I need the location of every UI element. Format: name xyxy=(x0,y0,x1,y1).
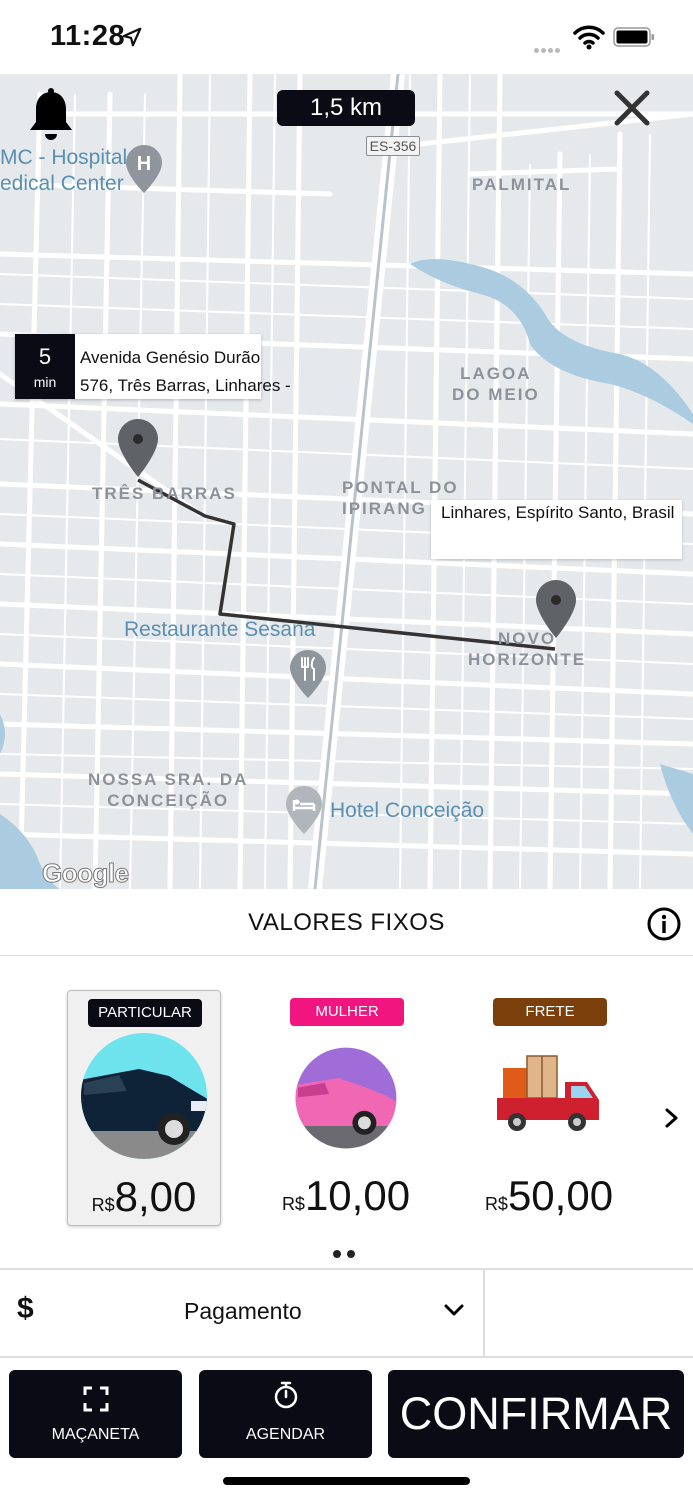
price-value: 10,00 xyxy=(304,1172,411,1219)
cellular-signal-icon xyxy=(534,40,562,58)
status-bar: 11:28 xyxy=(0,0,693,74)
map-label-palmital: PALMITAL xyxy=(472,175,572,194)
confirm-button[interactable]: CONFIRMAR xyxy=(388,1370,684,1458)
price-currency: R$ xyxy=(484,1194,508,1214)
price-currency: R$ xyxy=(91,1195,115,1215)
payment-row[interactable]: $ Pagamento xyxy=(0,1268,693,1358)
road-badge: ES-356 xyxy=(366,136,420,156)
origin-address-line2: 576, Três Barras, Linhares - xyxy=(80,376,291,395)
category-price: R$50,00 xyxy=(473,1172,625,1220)
map-label-hotel: Hotel Conceição xyxy=(330,799,485,822)
origin-eta-unit: min xyxy=(33,374,57,390)
close-icon[interactable] xyxy=(612,88,652,128)
category-tag: PARTICULAR xyxy=(88,999,202,1027)
map-label-tres-barras: TRÊS BARRAS xyxy=(92,484,237,503)
google-logo: Google xyxy=(42,858,130,889)
origin-eta-value: 5 xyxy=(38,344,52,369)
agendar-button[interactable]: AGENDAR xyxy=(199,1370,372,1458)
category-price: R$8,00 xyxy=(68,1173,220,1221)
hospital-pin-icon: H xyxy=(126,145,162,193)
truck-frete-icon xyxy=(497,1055,599,1131)
hotel-pin-icon xyxy=(286,786,322,834)
origin-address-line1: Avenida Genésio Durão xyxy=(80,348,261,367)
agendar-label: AGENDAR xyxy=(245,1426,326,1443)
origin-eta-box: 5 min xyxy=(15,334,75,399)
status-time: 11:28 xyxy=(50,20,126,52)
destination-pin-icon xyxy=(536,580,576,638)
payment-divider xyxy=(483,1270,485,1356)
pagination-dots xyxy=(333,1245,361,1263)
distance-badge: 1,5 km xyxy=(277,90,415,126)
dollar-icon: $ xyxy=(17,1292,34,1325)
confirm-label: CONFIRMAR xyxy=(399,1388,673,1439)
category-price: R$10,00 xyxy=(270,1172,422,1220)
battery-icon xyxy=(613,27,654,47)
svg-text:H: H xyxy=(137,153,151,175)
price-value: 50,00 xyxy=(507,1172,614,1219)
macaneta-label: MAÇANETA xyxy=(51,1426,140,1443)
destination-info-card[interactable]: Linhares, Espírito Santo, Brasil xyxy=(431,500,682,559)
map-label-restaurante: Restaurante Sesana xyxy=(124,618,316,641)
category-frete[interactable]: FRETE R$50,00 xyxy=(473,990,625,1224)
price-value: 8,00 xyxy=(114,1173,197,1220)
origin-pin-icon xyxy=(118,419,158,477)
category-tag: FRETE xyxy=(493,998,607,1026)
chevron-down-icon[interactable] xyxy=(443,1302,465,1318)
panel-header: VALORES FIXOS xyxy=(0,889,693,956)
macaneta-button[interactable]: MAÇANETA xyxy=(9,1370,182,1458)
home-indicator[interactable] xyxy=(223,1477,470,1485)
info-icon[interactable] xyxy=(647,907,681,941)
location-arrow-icon xyxy=(122,27,142,47)
chevron-right-icon[interactable] xyxy=(663,1108,681,1128)
restaurant-pin-icon xyxy=(290,650,326,698)
category-particular[interactable]: PARTICULAR R$8,00 xyxy=(67,990,221,1226)
map-label-hospital: MC - Hospital edical Center xyxy=(0,146,128,195)
car-particular-icon xyxy=(81,1033,207,1159)
origin-info-card[interactable]: 5 min Avenida Genésio Durão 576, Três Ba… xyxy=(15,334,291,399)
origin-address: Avenida Genésio Durão 576, Três Barras, … xyxy=(80,344,291,400)
scan-frame-icon xyxy=(83,1386,108,1412)
category-tag: MULHER xyxy=(290,998,404,1026)
bell-icon[interactable] xyxy=(26,88,76,144)
stopwatch-icon xyxy=(274,1381,297,1409)
destination-address: Linhares, Espírito Santo, Brasil xyxy=(441,503,675,522)
payment-label: Pagamento xyxy=(184,1298,302,1324)
map-label-nossa-sra: NOSSA SRA. DA CONCEIÇÃO xyxy=(88,770,249,810)
map-label-lagoa: LAGOA DO MEIO xyxy=(452,364,540,404)
panel-title: VALORES FIXOS xyxy=(248,909,445,936)
price-currency: R$ xyxy=(281,1194,305,1214)
category-mulher[interactable]: MULHER R$10,00 xyxy=(270,990,422,1224)
car-mulher-icon xyxy=(295,1047,397,1149)
wifi-icon xyxy=(573,25,605,50)
